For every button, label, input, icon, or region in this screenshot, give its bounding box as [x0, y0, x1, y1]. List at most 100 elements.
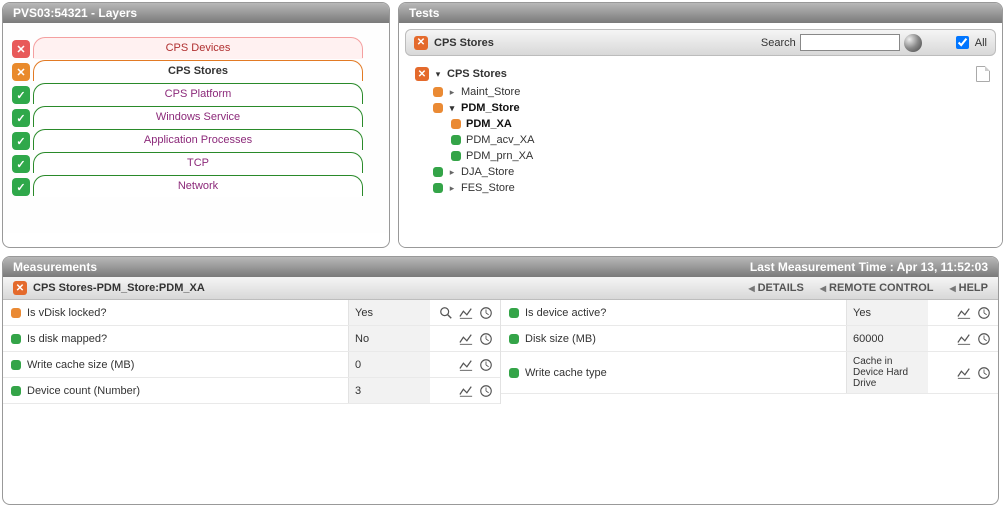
layer-label: CPS Devices: [166, 42, 231, 54]
measurement-label: Is device active?: [525, 307, 606, 319]
measurements-subheader: ✕ CPS Stores-PDM_Store:PDM_XA DETAILS RE…: [3, 277, 998, 300]
status-warning-icon: [433, 87, 443, 97]
measurements-title: Measurements: [13, 260, 97, 274]
chevron-right-icon[interactable]: [448, 183, 456, 194]
tree-row[interactable]: PDM_XA: [415, 116, 990, 132]
clock-icon[interactable]: [478, 305, 494, 321]
tests-toolbar-title: CPS Stores: [434, 37, 761, 49]
measurement-label: Is disk mapped?: [27, 333, 107, 345]
tree-label: PDM_Store: [461, 102, 520, 114]
all-checkbox-wrap[interactable]: All: [952, 33, 987, 52]
clock-icon[interactable]: [976, 305, 992, 321]
measurement-row: Write cache size (MB) 0: [3, 352, 500, 378]
layer-item[interactable]: ✓ Application Processes: [33, 129, 363, 150]
chevron-left-icon: [820, 282, 826, 294]
status-ok-icon: [11, 360, 21, 370]
chart-icon[interactable]: [458, 357, 474, 373]
clock-icon[interactable]: [976, 331, 992, 347]
status-ok-icon: ✓: [12, 178, 30, 196]
layers-panel: PVS03:54321 - Layers ✕ CPS Devices ✕ CPS…: [2, 2, 390, 248]
measurements-breadcrumb: CPS Stores-PDM_Store:PDM_XA: [33, 282, 748, 294]
clock-icon[interactable]: [976, 365, 992, 381]
measurements-grid: Is vDisk locked? Yes Is disk mapped? No …: [3, 300, 998, 404]
layer-item[interactable]: ✓ Network: [33, 175, 363, 196]
tree-row[interactable]: DJA_Store: [415, 164, 990, 180]
measurement-row: Disk size (MB) 60000: [501, 326, 998, 352]
document-icon[interactable]: [976, 66, 990, 82]
tree-row[interactable]: PDM_Store: [415, 100, 990, 116]
layer-label: TCP: [187, 157, 209, 169]
search-button[interactable]: [904, 34, 922, 52]
tree-label: FES_Store: [461, 182, 515, 194]
chevron-down-icon[interactable]: [448, 103, 456, 114]
tree-row[interactable]: PDM_prn_XA: [415, 148, 990, 164]
measurement-row: Device count (Number) 3: [3, 378, 500, 404]
status-ok-icon: ✓: [12, 86, 30, 104]
status-ok-icon: [451, 135, 461, 145]
measurement-value: Yes: [846, 300, 928, 325]
measurements-empty-area: [3, 404, 998, 504]
status-error-icon: ✕: [415, 67, 429, 81]
layer-item[interactable]: ✕ CPS Stores: [33, 60, 363, 81]
all-label: All: [975, 37, 987, 49]
measurements-panel-header: Measurements Last Measurement Time : Apr…: [3, 257, 998, 277]
chart-icon[interactable]: [956, 365, 972, 381]
search-label: Search: [761, 37, 796, 49]
tests-toolbar: ✕ CPS Stores Search All: [405, 29, 996, 56]
status-ok-icon: [433, 167, 443, 177]
search-input[interactable]: [800, 34, 900, 51]
tree-row[interactable]: Maint_Store: [415, 84, 990, 100]
status-ok-icon: [509, 334, 519, 344]
layer-label: Application Processes: [144, 134, 252, 146]
chart-icon[interactable]: [458, 305, 474, 321]
clock-icon[interactable]: [478, 331, 494, 347]
measurement-label: Device count (Number): [27, 385, 140, 397]
layer-label: Network: [178, 180, 218, 192]
details-link[interactable]: DETAILS: [748, 282, 803, 294]
remote-control-link[interactable]: REMOTE CONTROL: [820, 282, 934, 294]
measurement-label: Write cache size (MB): [27, 359, 134, 371]
chart-icon[interactable]: [956, 305, 972, 321]
tree-label: PDM_XA: [466, 118, 512, 130]
layers-list[interactable]: ✕ CPS Devices ✕ CPS Stores ✓ CPS Platfor…: [3, 23, 389, 233]
chart-icon[interactable]: [458, 383, 474, 399]
measurements-col-right: Is device active? Yes Disk size (MB) 600…: [500, 300, 998, 404]
layer-item[interactable]: ✓ TCP: [33, 152, 363, 173]
status-error-icon: ✕: [12, 40, 30, 58]
status-ok-icon: [11, 386, 21, 396]
status-ok-icon: [11, 334, 21, 344]
measurement-row: Is device active? Yes: [501, 300, 998, 326]
measurement-value: 0: [348, 352, 430, 377]
tree-row[interactable]: PDM_acv_XA: [415, 132, 990, 148]
chevron-left-icon: [748, 282, 754, 294]
tree-label: CPS Stores: [447, 68, 507, 80]
status-ok-icon: [433, 183, 443, 193]
status-warning-icon: [451, 119, 461, 129]
help-link[interactable]: HELP: [950, 282, 989, 294]
layer-label: CPS Stores: [168, 65, 228, 77]
status-error-icon: ✕: [12, 63, 30, 81]
measurements-panel: Measurements Last Measurement Time : Apr…: [2, 256, 999, 505]
magnifier-icon[interactable]: [438, 305, 454, 321]
status-ok-icon: ✓: [12, 155, 30, 173]
layer-item[interactable]: ✓ Windows Service: [33, 106, 363, 127]
chevron-down-icon[interactable]: [434, 69, 442, 80]
measurement-row: Is disk mapped? No: [3, 326, 500, 352]
chevron-right-icon[interactable]: [448, 87, 456, 98]
measurement-label: Is vDisk locked?: [27, 307, 106, 319]
chart-icon[interactable]: [956, 331, 972, 347]
all-checkbox[interactable]: [956, 36, 969, 49]
measurement-label: Disk size (MB): [525, 333, 596, 345]
tree-row[interactable]: ✕ CPS Stores: [415, 64, 990, 84]
clock-icon[interactable]: [478, 383, 494, 399]
tree-label: PDM_acv_XA: [466, 134, 534, 146]
chart-icon[interactable]: [458, 331, 474, 347]
status-ok-icon: [509, 368, 519, 378]
measurement-value: Cache in Device Hard Drive: [846, 352, 928, 393]
chevron-right-icon[interactable]: [448, 167, 456, 178]
tests-tree: ✕ CPS Stores Maint_Store PDM_Store: [399, 62, 1002, 204]
layer-item[interactable]: ✓ CPS Platform: [33, 83, 363, 104]
layer-item[interactable]: ✕ CPS Devices: [33, 37, 363, 58]
clock-icon[interactable]: [478, 357, 494, 373]
tree-row[interactable]: FES_Store: [415, 180, 990, 196]
